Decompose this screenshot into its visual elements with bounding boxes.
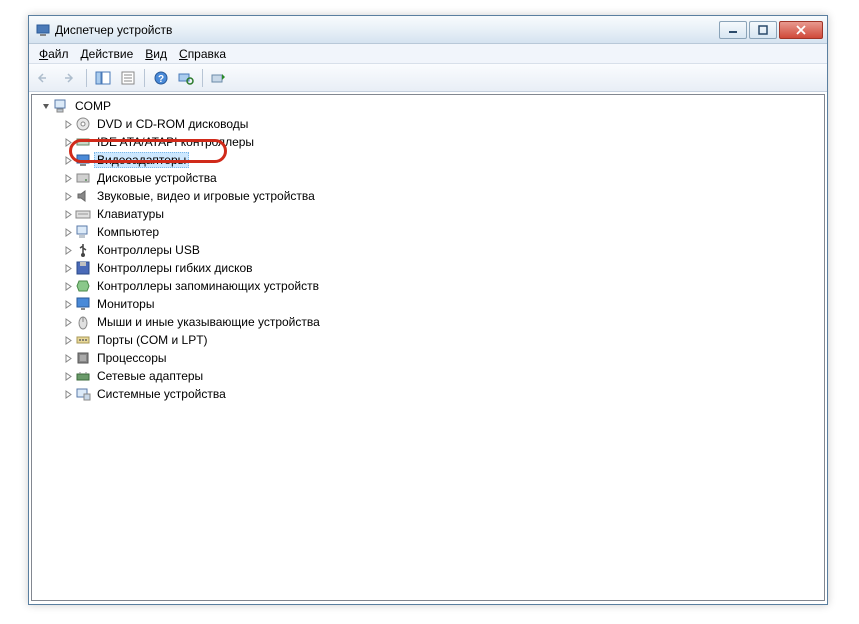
menubar: Файл Действие Вид Справка [29, 44, 827, 64]
properties-button[interactable] [116, 67, 140, 89]
expand-arrow-icon[interactable] [62, 154, 74, 166]
tree-item-label: Компьютер [94, 224, 162, 240]
expand-arrow-icon[interactable] [62, 334, 74, 346]
menu-file[interactable]: Файл [33, 45, 75, 63]
expand-arrow-icon[interactable] [62, 352, 74, 364]
floppy-icon [75, 260, 91, 276]
cpu-icon [75, 350, 91, 366]
expand-arrow-icon[interactable] [62, 172, 74, 184]
help-button[interactable]: ? [149, 67, 173, 89]
tree-item[interactable]: DVD и CD-ROM дисководы [32, 115, 824, 133]
expand-arrow-icon[interactable] [62, 118, 74, 130]
tree-item[interactable]: Процессоры [32, 349, 824, 367]
tree-item-label: Контроллеры запоминающих устройств [94, 278, 322, 294]
tree-item[interactable]: Дисковые устройства [32, 169, 824, 187]
app-icon [35, 22, 51, 38]
tree-item[interactable]: Мониторы [32, 295, 824, 313]
monitor-icon [75, 296, 91, 312]
expand-arrow-icon[interactable] [62, 262, 74, 274]
expand-arrow-icon[interactable] [62, 190, 74, 202]
toolbar-separator [86, 69, 87, 87]
tree-item-label: Процессоры [94, 350, 170, 366]
tree-item[interactable]: Контроллеры гибких дисков [32, 259, 824, 277]
titlebar[interactable]: Диспетчер устройств [29, 16, 827, 44]
tree-item[interactable]: Видеоадаптеры [32, 151, 824, 169]
tree-item[interactable]: IDE ATA/ATAPI контроллеры [32, 133, 824, 151]
window-controls [719, 21, 823, 39]
tree-item[interactable]: Порты (COM и LPT) [32, 331, 824, 349]
tree-item[interactable]: Контроллеры запоминающих устройств [32, 277, 824, 295]
tree-root-label: COMP [72, 98, 114, 114]
tree-item[interactable]: Контроллеры USB [32, 241, 824, 259]
keyboard-icon [75, 206, 91, 222]
tree-item-label: Дисковые устройства [94, 170, 220, 186]
expand-arrow-icon[interactable] [62, 244, 74, 256]
minimize-button[interactable] [719, 21, 747, 39]
menu-help[interactable]: Справка [173, 45, 232, 63]
tree-item-label: Звуковые, видео и игровые устройства [94, 188, 318, 204]
toolbar: ? [29, 64, 827, 92]
tree-item[interactable]: Системные устройства [32, 385, 824, 403]
close-button[interactable] [779, 21, 823, 39]
expand-arrow-icon[interactable] [62, 226, 74, 238]
usb-icon [75, 242, 91, 258]
display-icon [75, 152, 91, 168]
tree-root[interactable]: COMP [32, 97, 824, 115]
tree-item-label: Порты (COM и LPT) [94, 332, 211, 348]
toolbar-separator [144, 69, 145, 87]
maximize-button[interactable] [749, 21, 777, 39]
tree-item-label: DVD и CD-ROM дисководы [94, 116, 251, 132]
svg-text:?: ? [158, 74, 164, 85]
expand-arrow-icon[interactable] [62, 316, 74, 328]
tree-item-label: Системные устройства [94, 386, 229, 402]
tree-item-label: Мониторы [94, 296, 157, 312]
update-driver-button[interactable] [207, 67, 231, 89]
sound-icon [75, 188, 91, 204]
computer-icon [53, 98, 69, 114]
show-hide-tree-button[interactable] [91, 67, 115, 89]
toolbar-separator [202, 69, 203, 87]
tree-item-label: Видеоадаптеры [94, 152, 189, 168]
computer-icon [75, 224, 91, 240]
hdd-icon [75, 170, 91, 186]
device-tree[interactable]: COMP DVD и CD-ROM дисководы IDE ATA/ATAPI… [31, 94, 825, 601]
storage-icon [75, 278, 91, 294]
menu-view[interactable]: Вид [139, 45, 173, 63]
collapse-arrow-icon[interactable] [40, 100, 52, 112]
tree-item-label: Мыши и иные указывающие устройства [94, 314, 323, 330]
tree-item[interactable]: Звуковые, видео и игровые устройства [32, 187, 824, 205]
window-title: Диспетчер устройств [55, 23, 719, 37]
forward-button[interactable] [58, 67, 82, 89]
expand-arrow-icon[interactable] [62, 136, 74, 148]
ide-icon [75, 134, 91, 150]
expand-arrow-icon[interactable] [62, 208, 74, 220]
mouse-icon [75, 314, 91, 330]
port-icon [75, 332, 91, 348]
tree-item[interactable]: Мыши и иные указывающие устройства [32, 313, 824, 331]
tree-item-label: Клавиатуры [94, 206, 167, 222]
tree-item-label: IDE ATA/ATAPI контроллеры [94, 134, 257, 150]
tree-item[interactable]: Компьютер [32, 223, 824, 241]
disc-icon [75, 116, 91, 132]
expand-arrow-icon[interactable] [62, 370, 74, 382]
expand-arrow-icon[interactable] [62, 298, 74, 310]
back-button[interactable] [33, 67, 57, 89]
expand-arrow-icon[interactable] [62, 280, 74, 292]
device-manager-window: Диспетчер устройств Файл Действие Вид Сп… [28, 15, 828, 605]
tree-item-label: Контроллеры USB [94, 242, 203, 258]
tree-item[interactable]: Клавиатуры [32, 205, 824, 223]
system-icon [75, 386, 91, 402]
tree-item[interactable]: Сетевые адаптеры [32, 367, 824, 385]
network-icon [75, 368, 91, 384]
scan-hardware-button[interactable] [174, 67, 198, 89]
tree-item-label: Контроллеры гибких дисков [94, 260, 256, 276]
menu-action[interactable]: Действие [75, 45, 140, 63]
expand-arrow-icon[interactable] [62, 388, 74, 400]
tree-item-label: Сетевые адаптеры [94, 368, 206, 384]
